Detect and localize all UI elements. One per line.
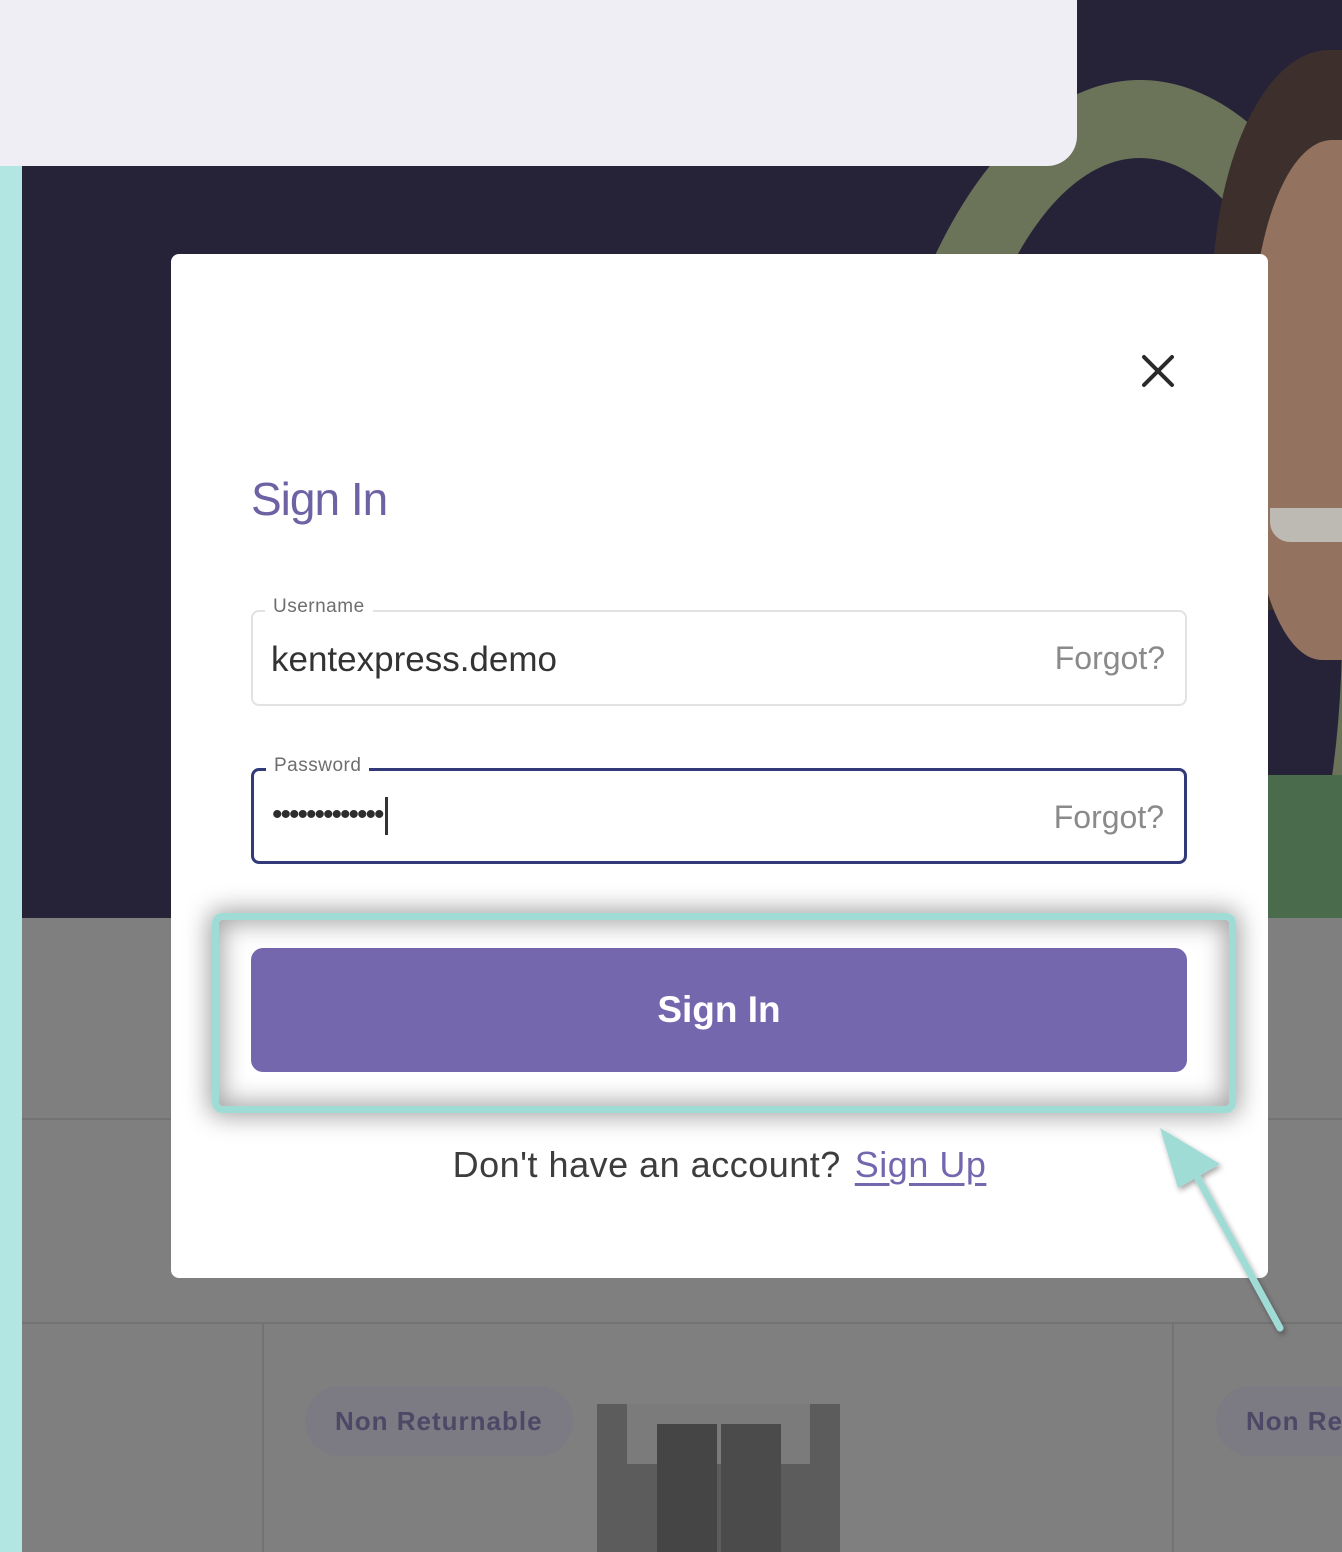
password-input[interactable]: ••••••••••••• [272, 797, 388, 835]
signup-prompt: Don't have an account? [452, 1144, 841, 1185]
close-icon [1142, 355, 1174, 387]
instruction-panel: account [0, 0, 1077, 166]
sign-up-link[interactable]: Sign Up [855, 1144, 987, 1185]
username-input[interactable]: kentexpress.demo [271, 640, 557, 680]
non-returnable-badge: Non Returnable [305, 1386, 573, 1456]
username-label: Username [265, 596, 373, 618]
instruction-text: account [24, 0, 360, 18]
password-value: ••••••••••••• [272, 797, 385, 831]
text-caret [384, 797, 388, 835]
close-button[interactable] [1133, 346, 1183, 396]
modal-title: Sign In [251, 473, 388, 525]
forgot-username-link[interactable]: Forgot? [1055, 640, 1165, 677]
divider [262, 1322, 264, 1552]
pointer-arrow-icon [1160, 1128, 1284, 1332]
forgot-password-link[interactable]: Forgot? [1054, 799, 1164, 836]
divider [1172, 1322, 1174, 1552]
password-field[interactable]: Password ••••••••••••• Forgot? [251, 755, 1187, 864]
signup-row: Don't have an account? Sign Up [171, 1144, 1268, 1186]
sign-in-modal: Sign In Username kentexpress.demo Forgot… [171, 254, 1268, 1278]
non-returnable-badge: Non Re [1216, 1386, 1342, 1456]
username-field[interactable]: Username kentexpress.demo Forgot? [251, 596, 1187, 706]
tutorial-highlight-box [212, 913, 1236, 1113]
product-image-scrub-pants[interactable] [597, 1404, 840, 1552]
password-label: Password [266, 755, 370, 777]
